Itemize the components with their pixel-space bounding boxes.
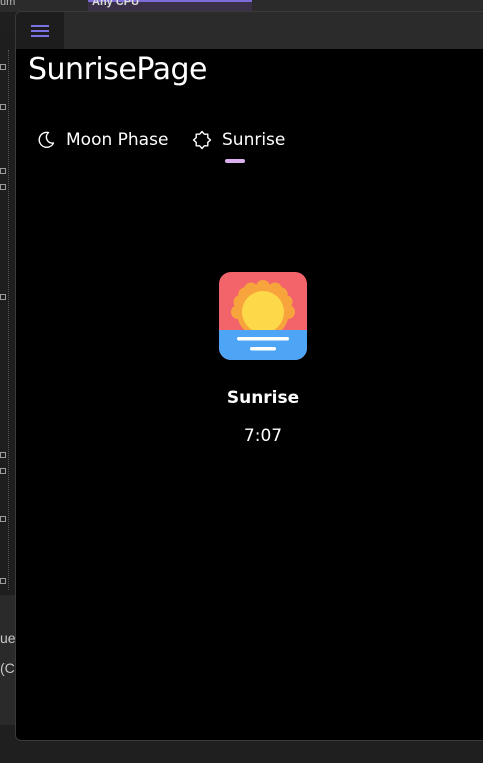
ide-active-tab-label: Any CPU	[92, 0, 140, 8]
ide-bottom-text: ue	[0, 630, 16, 646]
ide-fold-marker[interactable]	[0, 168, 6, 174]
sun-icon	[192, 130, 212, 150]
hamburger-icon	[31, 24, 49, 37]
tab-label: Sunrise	[222, 130, 286, 150]
ide-fold-marker[interactable]	[0, 452, 6, 458]
ide-fold-marker[interactable]	[0, 516, 6, 522]
ide-indent-guide	[8, 50, 9, 590]
ide-bottom-text: (C	[0, 660, 15, 676]
ide-fold-marker[interactable]	[0, 64, 6, 70]
ide-fold-marker[interactable]	[0, 294, 6, 300]
ide-fold-marker[interactable]	[0, 104, 6, 110]
tab-sunrise[interactable]: Sunrise	[192, 126, 285, 154]
title-bar	[16, 12, 483, 49]
page-title: SunrisePage	[28, 52, 207, 87]
ide-fold-marker[interactable]	[0, 184, 6, 190]
hamburger-menu-button[interactable]	[16, 12, 64, 49]
ide-fold-marker[interactable]	[0, 468, 6, 474]
selected-tab-indicator	[225, 159, 245, 163]
sunrise-label: Sunrise	[226, 388, 300, 408]
tab-label: Moon Phase	[66, 130, 169, 150]
sunrise-icon	[219, 272, 307, 360]
tab-moon-phase[interactable]: Moon Phase	[36, 126, 168, 154]
moon-icon	[38, 131, 55, 148]
ide-fold-marker[interactable]	[0, 578, 6, 584]
ide-left-tab-label[interactable]: um	[0, 0, 15, 8]
sunrise-time-value: 7:07	[243, 426, 283, 446]
app-window: SunrisePage Moon Phase Sunrise Sunrise 7…	[15, 11, 483, 741]
